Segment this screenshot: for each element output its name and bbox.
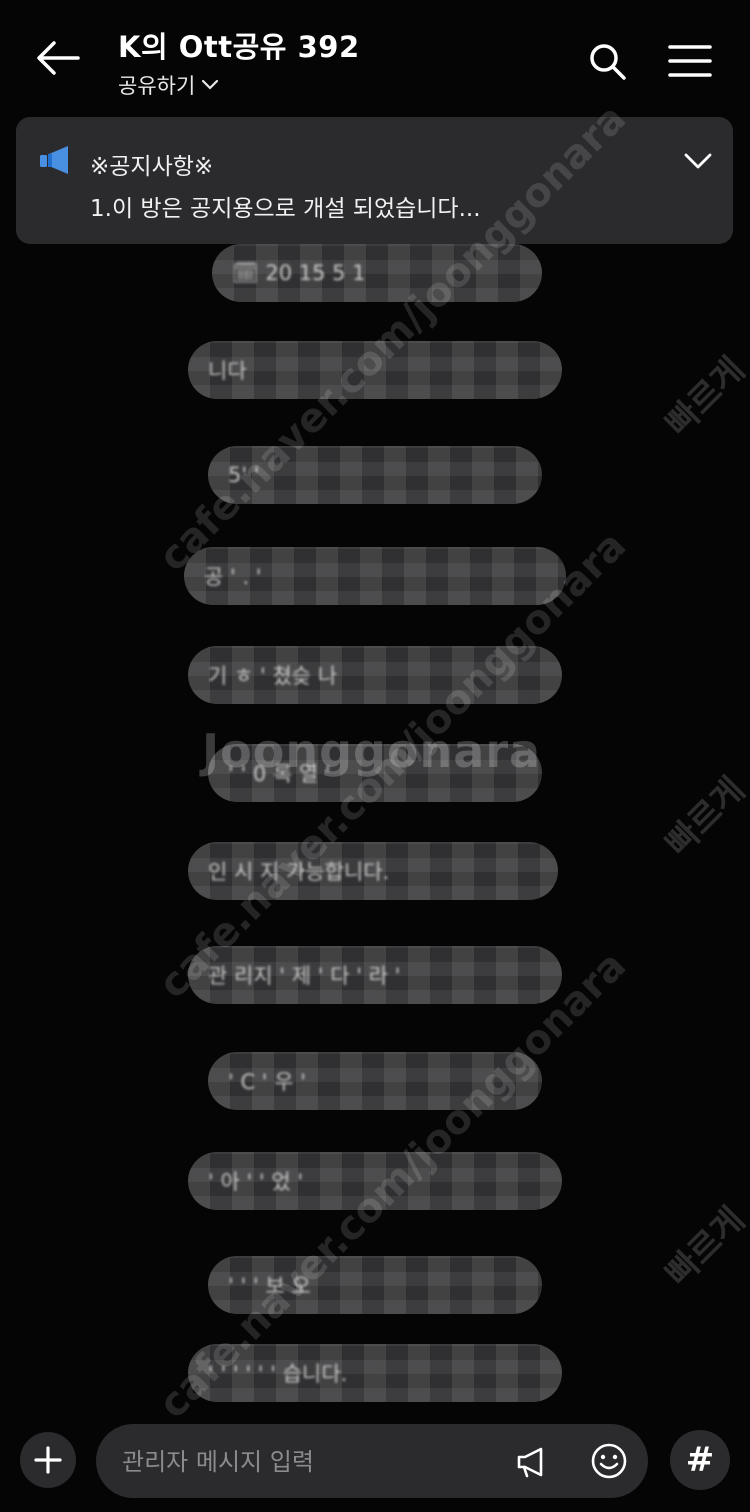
message-text: 인 시 지 가능합니다.: [208, 860, 390, 884]
message-list[interactable]: 🗓 20 15 5 1 니다 5' ' 공 ' . ' 기 ㅎ ' 쳤슺 나 '…: [0, 244, 750, 1414]
smiley-icon: [591, 1443, 627, 1479]
announcement-button[interactable]: [510, 1440, 554, 1484]
message-bubble[interactable]: 5' ': [208, 446, 542, 504]
composer-bar: #: [0, 1418, 750, 1512]
megaphone-outline-icon: [517, 1447, 543, 1478]
message-bubble[interactable]: 공 ' . ': [184, 547, 566, 605]
message-text: 관 리지 ' 제 ' 다 ' 라 ': [208, 964, 401, 988]
message-text: ' 아 ' ' 었 ': [208, 1170, 304, 1194]
chevron-down-icon: [684, 153, 712, 169]
share-dropdown[interactable]: 공유하기: [118, 70, 219, 100]
notice-expand-button[interactable]: [676, 139, 720, 183]
message-text: 🗓 20 15 5 1: [232, 260, 366, 285]
message-bubble[interactable]: 🗓 20 15 5 1: [212, 244, 542, 302]
message-bubble[interactable]: 니다: [188, 341, 562, 399]
chat-header: K의 Ott공유 392 공유하기: [0, 0, 750, 112]
hamburger-menu-icon: [668, 45, 712, 77]
message-text: 5' ': [228, 463, 260, 487]
notice-body: 1.이 방은 공지용으로 개설 되었습니다...: [90, 196, 481, 222]
message-bubble[interactable]: ' ' ' ' ' ' 습니다.: [188, 1344, 562, 1402]
plus-icon: [34, 1446, 62, 1474]
message-text: ' ' ' 보 오: [228, 1274, 311, 1298]
message-bubble[interactable]: 인 시 지 가능합니다.: [188, 842, 558, 900]
notice-title: ※공지사항※: [90, 154, 214, 180]
message-bubble[interactable]: 기 ㅎ ' 쳤슺 나: [188, 646, 562, 704]
megaphone-icon: [40, 146, 68, 174]
emoji-button[interactable]: [586, 1438, 632, 1484]
message-input-container[interactable]: [96, 1424, 648, 1500]
notice-banner[interactable]: ※공지사항※ 1.이 방은 공지용으로 개설 되었습니다...: [16, 117, 733, 244]
attach-button[interactable]: [20, 1432, 76, 1488]
share-label: 공유하기: [118, 74, 196, 98]
message-text: ' C ' 우 ': [228, 1070, 307, 1094]
menu-button[interactable]: [662, 34, 718, 88]
back-button[interactable]: [30, 30, 86, 86]
message-bubble[interactable]: ' ' 0 록 열 ': [208, 744, 542, 802]
message-text: 니다: [208, 359, 247, 383]
arrow-left-icon: [37, 41, 80, 75]
message-text: ' ' 0 록 열 ': [228, 762, 331, 786]
message-text: 공 ' . ': [204, 565, 262, 589]
message-text: ' ' ' ' ' ' 습니다.: [208, 1362, 348, 1386]
message-bubble[interactable]: ' ' ' 보 오: [208, 1256, 542, 1314]
search-button[interactable]: [580, 34, 634, 88]
message-text: 기 ㅎ ' 쳤슺 나: [208, 664, 338, 688]
message-bubble[interactable]: 관 리지 ' 제 ' 다 ' 라 ': [188, 946, 562, 1004]
chevron-down-icon: [202, 79, 219, 90]
message-bubble[interactable]: ' C ' 우 ': [208, 1052, 542, 1110]
search-icon: [590, 44, 626, 80]
message-bubble[interactable]: ' 아 ' ' 었 ': [188, 1152, 562, 1210]
hashtag-button[interactable]: #: [670, 1430, 730, 1490]
message-input[interactable]: [120, 1424, 504, 1500]
chat-title[interactable]: K의 Ott공유 392: [118, 24, 360, 66]
